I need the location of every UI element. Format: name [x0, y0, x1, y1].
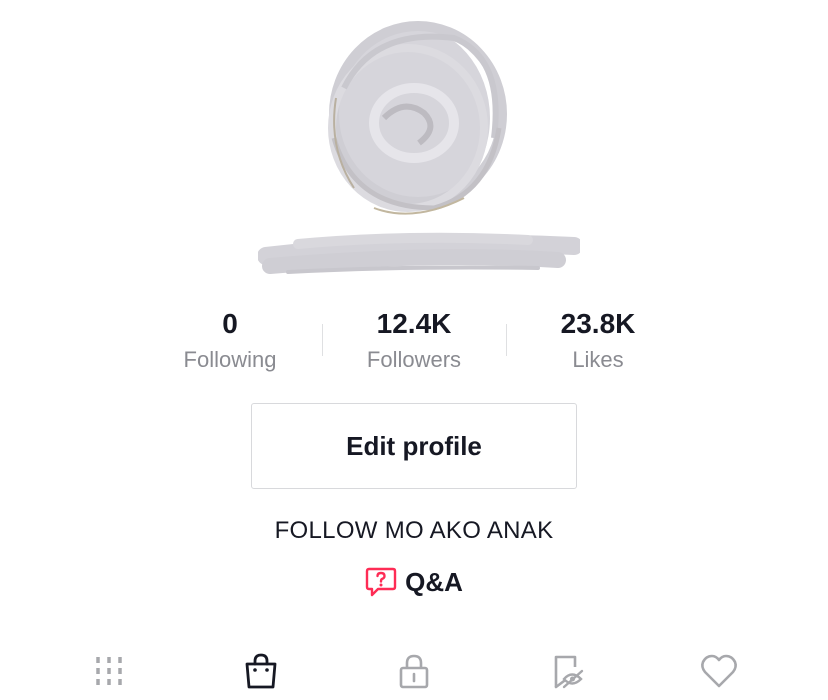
- edit-profile-button[interactable]: Edit profile: [251, 403, 577, 489]
- stat-followers[interactable]: 12.4K Followers: [314, 306, 514, 376]
- profile-bio: FOLLOW MO AKO ANAK: [274, 517, 554, 544]
- stats-divider: [322, 324, 323, 356]
- stat-following[interactable]: 0 Following: [130, 306, 330, 376]
- likes-label: Likes: [572, 347, 624, 372]
- stat-likes[interactable]: 23.8K Likes: [498, 306, 698, 376]
- grid-icon: [96, 657, 122, 685]
- shopping-bag-icon: [245, 653, 277, 689]
- lock-icon: [399, 654, 429, 689]
- qa-label: Q&A: [405, 566, 463, 597]
- followers-label: Followers: [366, 347, 462, 372]
- tab-videos[interactable]: [79, 646, 139, 696]
- bookmark-eye-icon: [554, 655, 584, 689]
- following-count: 0: [222, 308, 238, 339]
- tab-private[interactable]: [384, 646, 444, 696]
- profile-username: [257, 226, 583, 282]
- heart-icon: [701, 654, 737, 688]
- followers-count: 12.4K: [376, 308, 452, 339]
- following-label: Following: [183, 347, 277, 372]
- tab-saved[interactable]: [537, 646, 597, 696]
- likes-count: 23.8K: [560, 308, 636, 339]
- redacted-username-icon: [257, 232, 583, 274]
- stats-divider: [506, 324, 507, 356]
- profile-tabbar: [0, 640, 828, 700]
- tab-shop[interactable]: [231, 646, 291, 696]
- redacted-avatar-icon: [328, 21, 507, 215]
- question-bubble-icon: [365, 567, 397, 597]
- profile-stats: 0 Following 12.4K Followers 23.8K Likes: [0, 306, 828, 378]
- tab-liked[interactable]: [689, 646, 749, 696]
- qa-link[interactable]: Q&A: [0, 566, 828, 598]
- profile-avatar[interactable]: [314, 18, 514, 218]
